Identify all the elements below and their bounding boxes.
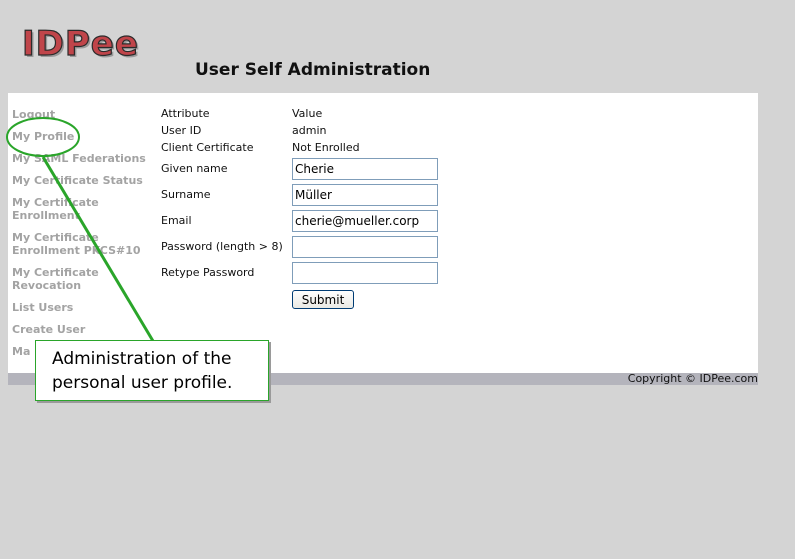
nav-item-my-saml-federations[interactable]: My SAML Federations bbox=[12, 152, 157, 165]
nav-item-logout[interactable]: Logout bbox=[12, 108, 157, 121]
header-attribute: Attribute bbox=[161, 107, 210, 120]
submit-button[interactable]: Submit bbox=[292, 290, 354, 309]
email-label: Email bbox=[161, 214, 192, 227]
callout-line-1: Administration of the bbox=[52, 349, 232, 369]
nav-item-create-user[interactable]: Create User bbox=[12, 323, 157, 336]
given-name-input[interactable] bbox=[292, 158, 438, 180]
retype-password-input[interactable] bbox=[292, 262, 438, 284]
surname-label: Surname bbox=[161, 188, 211, 201]
password-label: Password (length > 8) bbox=[161, 240, 283, 253]
idpee-logo: IDPee bbox=[21, 23, 139, 64]
nav-item-my-certificate-revocation[interactable]: My Certificate Revocation bbox=[12, 266, 157, 292]
page-title: User Self Administration bbox=[195, 60, 431, 80]
client-certificate-label: Client Certificate bbox=[161, 141, 254, 154]
nav-item-my-certificate-status[interactable]: My Certificate Status bbox=[12, 174, 157, 187]
copyright-text: Copyright © IDPee.com bbox=[627, 372, 758, 385]
email-input[interactable] bbox=[292, 210, 438, 232]
given-name-label: Given name bbox=[161, 162, 228, 175]
surname-input[interactable] bbox=[292, 184, 438, 206]
user-id-value: admin bbox=[292, 124, 327, 137]
nav-item-my-profile[interactable]: My Profile bbox=[12, 130, 157, 143]
header-value: Value bbox=[292, 107, 323, 120]
retype-password-label: Retype Password bbox=[161, 266, 255, 279]
user-id-label: User ID bbox=[161, 124, 202, 137]
nav-item-list-users[interactable]: List Users bbox=[12, 301, 157, 314]
nav-item-my-certificate-enrollment[interactable]: My Certificate Enrollment bbox=[12, 196, 157, 222]
callout-line-2: personal user profile. bbox=[52, 373, 233, 393]
nav-item-my-certificate-enrollment-pkcs10[interactable]: My Certificate Enrollment PKCS#10 bbox=[12, 231, 157, 257]
callout-box: Administration of the personal user prof… bbox=[35, 340, 269, 401]
client-certificate-value: Not Enrolled bbox=[292, 141, 360, 154]
password-input[interactable] bbox=[292, 236, 438, 258]
